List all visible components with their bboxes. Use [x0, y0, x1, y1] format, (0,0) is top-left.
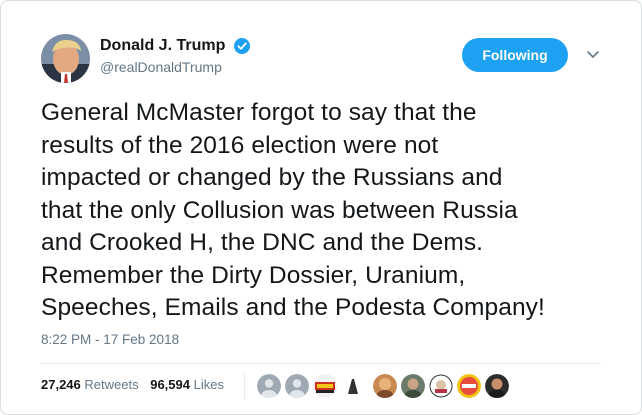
likes-stat[interactable]: 96,594 Likes — [150, 377, 224, 392]
tweet-line: results of the 2016 election were not — [41, 131, 439, 159]
tweet-card: Donald J. Trump @realDonaldTrump Followi… — [0, 0, 642, 415]
liker-avatar[interactable] — [457, 374, 481, 398]
author-avatar[interactable] — [41, 34, 90, 83]
liker-avatar[interactable] — [485, 374, 509, 398]
retweets-stat[interactable]: 27,246 Retweets — [41, 377, 142, 392]
retweets-count: 27,246 — [41, 377, 81, 392]
divider — [41, 363, 601, 364]
liker-avatar[interactable] — [257, 374, 281, 398]
following-button[interactable]: Following — [462, 38, 568, 72]
tweet-header: Donald J. Trump @realDonaldTrump Followi… — [41, 34, 613, 86]
liker-avatar[interactable] — [401, 374, 425, 398]
tweet-stats: 27,246 Retweets 96,594 Likes — [41, 377, 224, 392]
author-names: Donald J. Trump @realDonaldTrump — [100, 37, 250, 75]
tweet-text: General McMaster forgot to say that the … — [41, 97, 611, 325]
stats-separator — [244, 372, 245, 400]
liker-avatar[interactable] — [429, 374, 453, 398]
tweet-timestamp[interactable]: 8:22 PM - 17 Feb 2018 — [41, 332, 179, 347]
tweet-line: Remember the Dirty Dossier, Uranium, — [41, 261, 466, 289]
tweet-line: and Crooked H, the DNC and the Dems. — [41, 229, 484, 256]
liker-avatar[interactable] — [373, 374, 397, 398]
tweet-line: impacted or changed by the Russians and — [41, 164, 503, 191]
tweet-line: General McMaster forgot to say that the — [41, 99, 477, 126]
liker-avatar[interactable] — [285, 374, 309, 398]
tweet-line: that the only Collusion was between Russ… — [41, 196, 518, 224]
tweet-line: Speeches, Emails and the Podesta Company… — [41, 294, 545, 321]
likes-count: 96,594 — [150, 377, 190, 392]
chevron-down-icon[interactable] — [585, 48, 601, 62]
author-handle[interactable]: @realDonaldTrump — [100, 59, 250, 75]
likes-label: Likes — [193, 377, 224, 392]
liker-avatar[interactable] — [313, 374, 337, 398]
retweets-label: Retweets — [84, 377, 139, 392]
liker-avatar[interactable] — [341, 374, 365, 398]
verified-badge-icon — [233, 38, 250, 54]
author-display-name[interactable]: Donald J. Trump — [100, 37, 225, 55]
